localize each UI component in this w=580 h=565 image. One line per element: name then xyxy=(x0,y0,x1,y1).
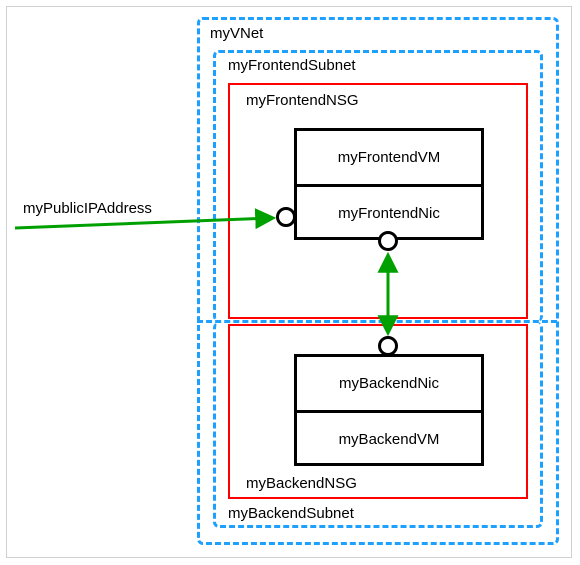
backend-nic-port-top-icon xyxy=(378,336,398,356)
backend-nsg-label: myBackendNSG xyxy=(246,475,357,492)
frontend-subnet-label: myFrontendSubnet xyxy=(228,57,356,74)
vnet-label: myVNet xyxy=(210,25,263,42)
frontend-nic-port-left-icon xyxy=(276,207,296,227)
frontend-stack: myFrontendVM myFrontendNic xyxy=(294,128,484,240)
backend-vm-box: myBackendVM xyxy=(297,410,481,463)
public-ip-label: myPublicIPAddress xyxy=(23,200,152,217)
backend-stack: myBackendNic myBackendVM xyxy=(294,354,484,466)
backend-nic-box: myBackendNic xyxy=(297,357,481,410)
frontend-nic-port-bottom-icon xyxy=(378,231,398,251)
frontend-nic-box: myFrontendNic xyxy=(297,184,481,237)
frontend-vm-box: myFrontendVM xyxy=(297,131,481,184)
frontend-nsg-label: myFrontendNSG xyxy=(246,92,359,109)
backend-subnet-label: myBackendSubnet xyxy=(228,505,354,522)
